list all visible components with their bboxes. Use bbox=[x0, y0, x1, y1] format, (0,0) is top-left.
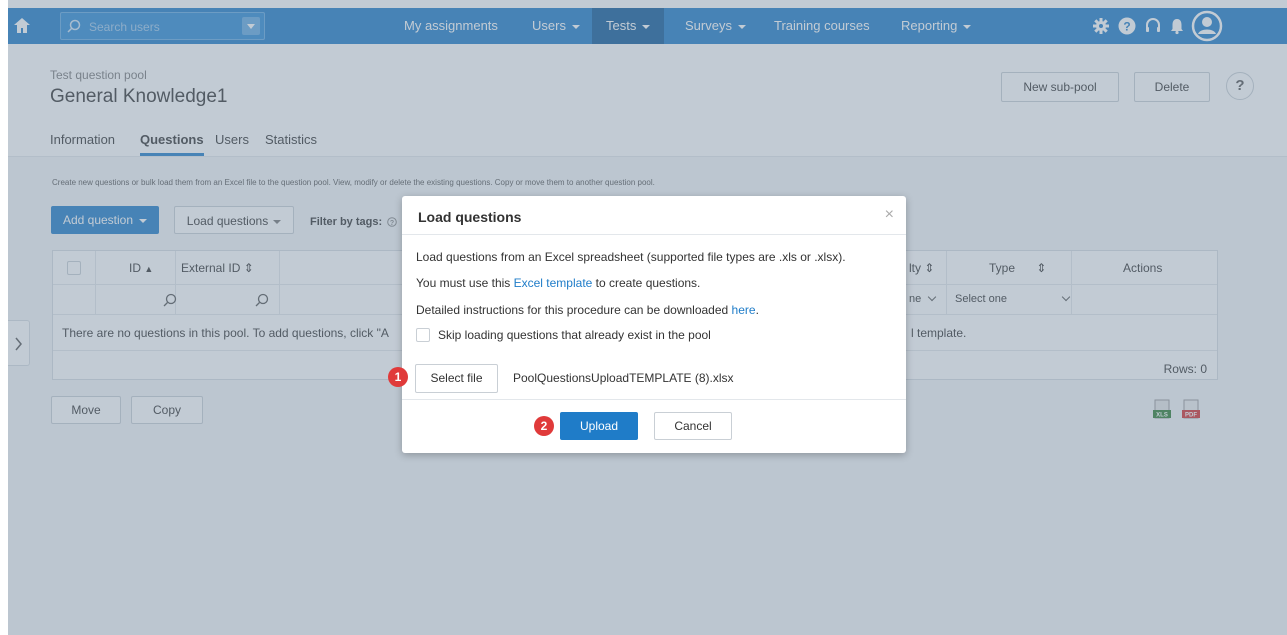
selected-file-name: PoolQuestionsUploadTEMPLATE (8).xlsx bbox=[513, 371, 734, 385]
upload-button[interactable]: Upload bbox=[560, 412, 638, 440]
skip-existing-label: Skip loading questions that already exis… bbox=[438, 328, 711, 342]
instructions-download-text: Detailed instructions for this procedure… bbox=[416, 303, 759, 317]
skip-existing-option[interactable]: Skip loading questions that already exis… bbox=[416, 327, 711, 343]
select-file-button[interactable]: Select file bbox=[415, 364, 498, 393]
step-badge-2: 2 bbox=[534, 416, 554, 436]
template-instruction: You must use this Excel template to crea… bbox=[416, 276, 701, 290]
excel-template-link[interactable]: Excel template bbox=[514, 276, 593, 290]
dialog-title: Load questions bbox=[418, 209, 522, 225]
skip-existing-checkbox[interactable] bbox=[416, 327, 430, 342]
instructions-here-link[interactable]: here bbox=[732, 303, 756, 317]
close-icon[interactable]: × bbox=[885, 206, 894, 224]
cancel-button[interactable]: Cancel bbox=[654, 412, 732, 440]
load-questions-dialog: Load questions × Load questions from an … bbox=[402, 196, 906, 453]
supported-types-text: Load questions from an Excel spreadsheet… bbox=[416, 250, 846, 264]
step-badge-1: 1 bbox=[388, 367, 408, 387]
